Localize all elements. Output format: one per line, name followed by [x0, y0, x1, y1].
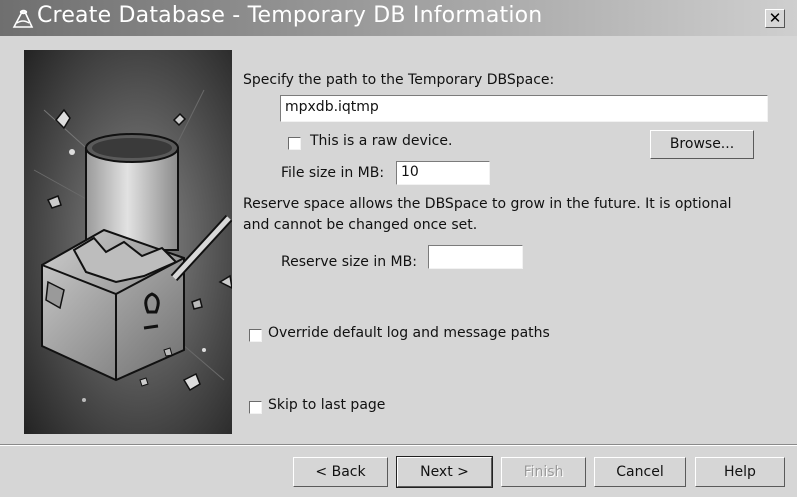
skip-to-last-page-label: Skip to last page	[268, 397, 386, 413]
window-title: Create Database - Temporary DB Informati…	[37, 3, 543, 28]
close-button[interactable]: ✕	[765, 9, 785, 28]
temporary-dbspace-path-input[interactable]: mpxdb.iqtmp	[280, 95, 768, 122]
override-paths-checkbox[interactable]	[249, 329, 262, 342]
close-icon: ✕	[768, 9, 782, 27]
wizard-illustration	[24, 50, 232, 434]
next-button[interactable]: Next >	[396, 456, 493, 488]
temporary-dbspace-path-label: Specify the path to the Temporary DBSpac…	[243, 72, 555, 88]
reserve-size-label: Reserve size in MB:	[281, 254, 417, 270]
reserve-note-line-2: and cannot be changed once set.	[243, 217, 478, 233]
skip-to-last-page-checkbox[interactable]	[249, 401, 262, 414]
file-size-label: File size in MB:	[281, 165, 385, 181]
browse-button[interactable]: Browse...	[650, 130, 754, 159]
raw-device-label: This is a raw device.	[310, 133, 453, 149]
file-size-input[interactable]: 10	[396, 161, 490, 185]
help-button[interactable]: Help	[695, 457, 785, 487]
database-wizard-icon	[12, 9, 34, 28]
create-database-dialog: Create Database - Temporary DB Informati…	[0, 0, 797, 497]
back-button[interactable]: < Back	[293, 457, 388, 487]
title-bar[interactable]: Create Database - Temporary DB Informati…	[0, 0, 797, 36]
override-paths-label: Override default log and message paths	[268, 325, 550, 341]
raw-device-checkbox[interactable]	[288, 137, 301, 150]
footer-divider	[0, 444, 797, 446]
finish-button[interactable]: Finish	[501, 457, 586, 487]
reserve-note-line-1: Reserve space allows the DBSpace to grow…	[243, 196, 732, 212]
reserve-size-input[interactable]	[428, 245, 523, 269]
cancel-button[interactable]: Cancel	[594, 457, 686, 487]
